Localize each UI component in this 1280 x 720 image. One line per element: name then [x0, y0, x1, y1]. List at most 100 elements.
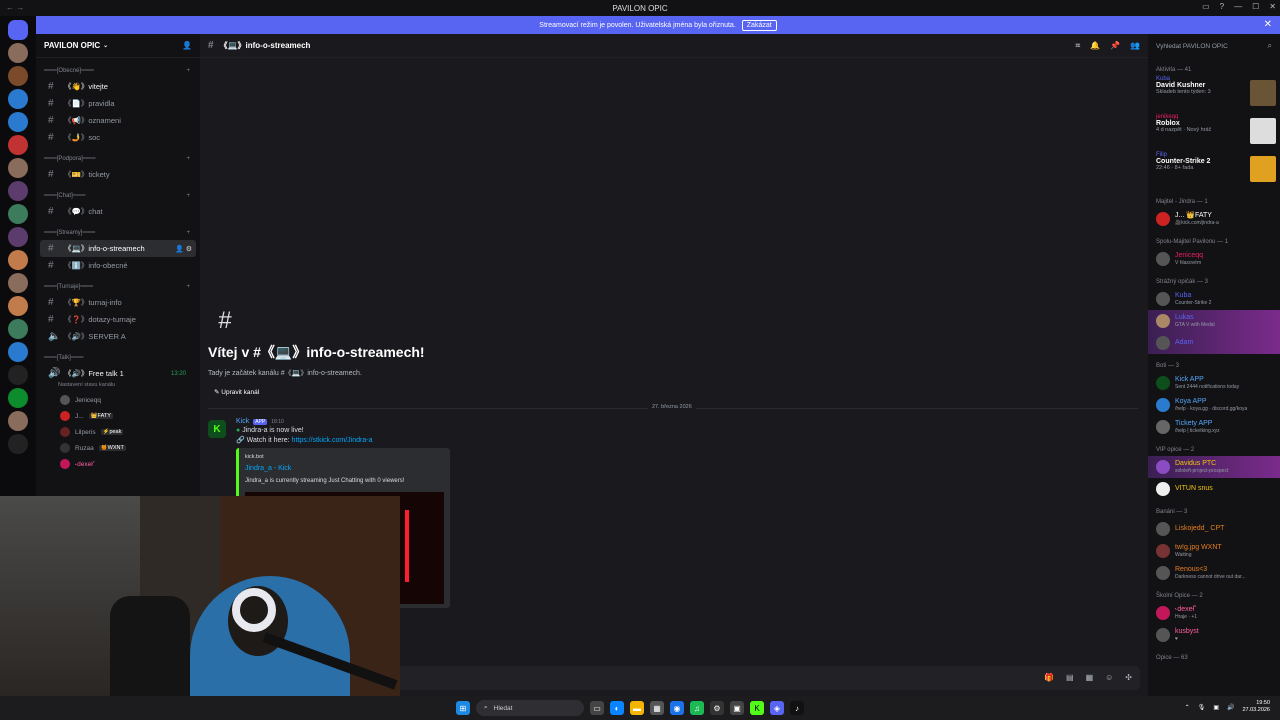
channel-soc[interactable]: # 《🤳》soc — [40, 129, 196, 146]
taskbar-search[interactable]: ⌕ Hledat — [476, 700, 584, 716]
category-streamy[interactable]: ═══[Streamy]═══ + — [36, 226, 200, 240]
members-icon[interactable]: 👥 — [1130, 41, 1140, 51]
file-explorer-icon[interactable]: ▬ — [630, 701, 644, 715]
member-item[interactable]: ˞dexeł˚ Hraje · +1 — [1148, 602, 1280, 624]
channel-oznameni[interactable]: # 《📢》oznameni — [40, 112, 196, 129]
message-author[interactable]: Kick — [236, 418, 249, 425]
server-icon[interactable] — [8, 342, 28, 362]
close-button[interactable]: ✕ — [1269, 2, 1276, 11]
member-item[interactable]: Jeniceqq V hlasovém — [1148, 248, 1280, 270]
task-view-icon[interactable]: ▭ — [590, 701, 604, 715]
channel-settings-icon[interactable]: 👤 ⚙ — [175, 245, 192, 253]
server-icon[interactable] — [8, 273, 28, 293]
discord-home-icon[interactable] — [8, 20, 28, 40]
channel-pravidla[interactable]: # 《📄》pravidla — [40, 95, 196, 112]
embed-title[interactable]: Jindra_a - Kick — [245, 465, 444, 472]
minimize-button[interactable]: — — [1234, 2, 1242, 11]
sticker-icon[interactable]: ▦ — [1086, 673, 1094, 682]
category-chat[interactable]: ═══[Chat]═══ + — [36, 189, 200, 203]
network-icon[interactable]: ▣ — [1213, 704, 1219, 711]
spotify-icon[interactable]: ♫ — [690, 701, 704, 715]
member-item[interactable]: kusbyst ♥ — [1148, 624, 1280, 646]
channel-chat[interactable]: # 《💬》chat — [40, 203, 196, 220]
disable-streamer-mode-button[interactable]: Zakázat — [741, 19, 777, 31]
clock[interactable]: 19:50 27.03.2026 — [1242, 700, 1270, 714]
close-banner-icon[interactable]: ✕ — [1264, 19, 1272, 30]
edit-channel-button[interactable]: ✎ Upravit kanál — [208, 386, 265, 398]
search-input[interactable]: Vyhledat PAVILON OPIC ⌕ — [1148, 34, 1280, 58]
nav-arrows-icon[interactable]: ← → — [6, 3, 24, 12]
stream-link[interactable]: https://stkick.com/Jindra-a — [292, 437, 373, 444]
channel-dotazy-turnaje[interactable]: # 《❓》dotazy-turnaje — [40, 311, 196, 328]
member-item[interactable]: J... 👑FATY 🎥kick.com/jindra-a — [1148, 208, 1280, 230]
gift-icon[interactable]: 🎁 — [1044, 673, 1054, 682]
server-icon[interactable] — [8, 204, 28, 224]
activity-card[interactable]: Kuba David Kushner Skladeb tento týden: … — [1148, 76, 1280, 114]
app-icon[interactable]: ▣ — [730, 701, 744, 715]
category-obecne[interactable]: ═══[Obecné]═══ + — [36, 64, 200, 78]
member-item[interactable]: Davidus PTC sololeft-project-prospect — [1148, 456, 1280, 478]
add-channel-icon[interactable]: + — [186, 230, 190, 236]
server-icon[interactable] — [8, 66, 28, 86]
member-item[interactable]: VITUN snus — [1148, 478, 1280, 500]
voice-status[interactable]: Nastavení stavu kanálu — [36, 382, 200, 392]
channel-server-a[interactable]: 🔈 《🔊》SERVER A — [40, 328, 196, 345]
member-item[interactable]: Koya APP/help · koya.gg · discord.gg/koy… — [1148, 394, 1280, 416]
server-icon[interactable] — [8, 296, 28, 316]
member-item[interactable]: Lukas GTA V with Medal — [1148, 310, 1280, 332]
mic-icon[interactable]: 🎙 — [1198, 704, 1206, 711]
member-item[interactable]: Adam — [1148, 332, 1280, 354]
server-icon[interactable] — [8, 411, 28, 431]
server-icon[interactable] — [8, 319, 28, 339]
voice-user[interactable]: Ruzaa 🍯WXNT — [36, 440, 200, 456]
inbox-icon[interactable]: ▭ — [1202, 2, 1210, 11]
voice-user[interactable]: ˞dexeł˚ — [36, 456, 200, 472]
server-icon[interactable] — [8, 181, 28, 201]
server-icon[interactable] — [8, 365, 28, 385]
server-icon[interactable] — [8, 227, 28, 247]
channel-info-obecne[interactable]: # 《ℹ️》info-obecné — [40, 257, 196, 274]
discord-icon[interactable]: ◈ — [770, 701, 784, 715]
settings-icon[interactable]: ⚙ — [710, 701, 724, 715]
member-item[interactable]: Renous<3 Darkness cannot drive out dar... — [1148, 562, 1280, 584]
chrome-icon[interactable]: ◉ — [670, 701, 684, 715]
server-icon[interactable] — [8, 434, 28, 454]
channel-tickety[interactable]: # 《🎫》tickety — [40, 166, 196, 183]
help-icon[interactable]: ? — [1220, 2, 1224, 11]
server-icon[interactable] — [8, 158, 28, 178]
maximize-button[interactable]: ☐ — [1252, 2, 1259, 11]
guild-header[interactable]: PAVILON OPIC ⌄ 👤 — [36, 34, 200, 58]
category-podpora[interactable]: ═══[Podpora]═══ + — [36, 152, 200, 166]
add-channel-icon[interactable]: + — [186, 68, 190, 74]
kick-avatar[interactable]: K — [208, 420, 226, 438]
activity-card[interactable]: Filip Counter-Strike 2 22:46 · 8+ řada — [1148, 152, 1280, 190]
copilot-icon[interactable]: ◐ — [610, 701, 624, 715]
voice-user[interactable]: Jeniceqq — [36, 392, 200, 408]
add-channel-icon[interactable]: + — [186, 156, 190, 162]
tray-chevron-icon[interactable]: ⌃ — [1185, 704, 1190, 711]
activity-card[interactable]: jenikeqq Roblox 4 d nazpět · Nový hráč — [1148, 114, 1280, 152]
apps-icon[interactable]: ✣ — [1125, 673, 1132, 682]
channel-turnaj-info[interactable]: # 《🏆》turnaj-info — [40, 294, 196, 311]
pin-icon[interactable]: 📌 — [1110, 41, 1120, 51]
server-icon[interactable] — [8, 89, 28, 109]
tiktok-icon[interactable]: ♪ — [790, 701, 804, 715]
voice-user[interactable]: Lilperis ⚡peak — [36, 424, 200, 440]
member-item[interactable]: Kuba Counter-Strike 2 — [1148, 288, 1280, 310]
volume-icon[interactable]: 🔊 — [1227, 704, 1234, 711]
member-item[interactable]: Kick APP Sent 2444 notifications today — [1148, 372, 1280, 394]
threads-icon[interactable]: ⌗ — [1076, 41, 1081, 51]
server-icon[interactable] — [8, 250, 28, 270]
server-icon[interactable] — [8, 388, 28, 408]
windows-start-icon[interactable]: ⊞ — [456, 701, 470, 715]
channel-info-o-streamech[interactable]: # 《💻》info-o-streamech 👤 ⚙ — [40, 240, 196, 257]
server-icon[interactable] — [8, 112, 28, 132]
voice-user[interactable]: J... 👑FATY — [36, 408, 200, 424]
server-icon[interactable] — [8, 135, 28, 155]
channel-vitejte[interactable]: # 《👋》vitejte — [40, 78, 196, 95]
emoji-icon[interactable]: ☺ — [1105, 673, 1113, 682]
category-turnaje[interactable]: ═══[Turnaje]═══ + — [36, 280, 200, 294]
member-item[interactable]: Tickety APP/help | ticketking.xyz — [1148, 416, 1280, 438]
kick-icon[interactable]: K — [750, 701, 764, 715]
voice-channel-free-talk[interactable]: 🔊 《🔊》Free talk 1 13:20 — [40, 365, 196, 382]
